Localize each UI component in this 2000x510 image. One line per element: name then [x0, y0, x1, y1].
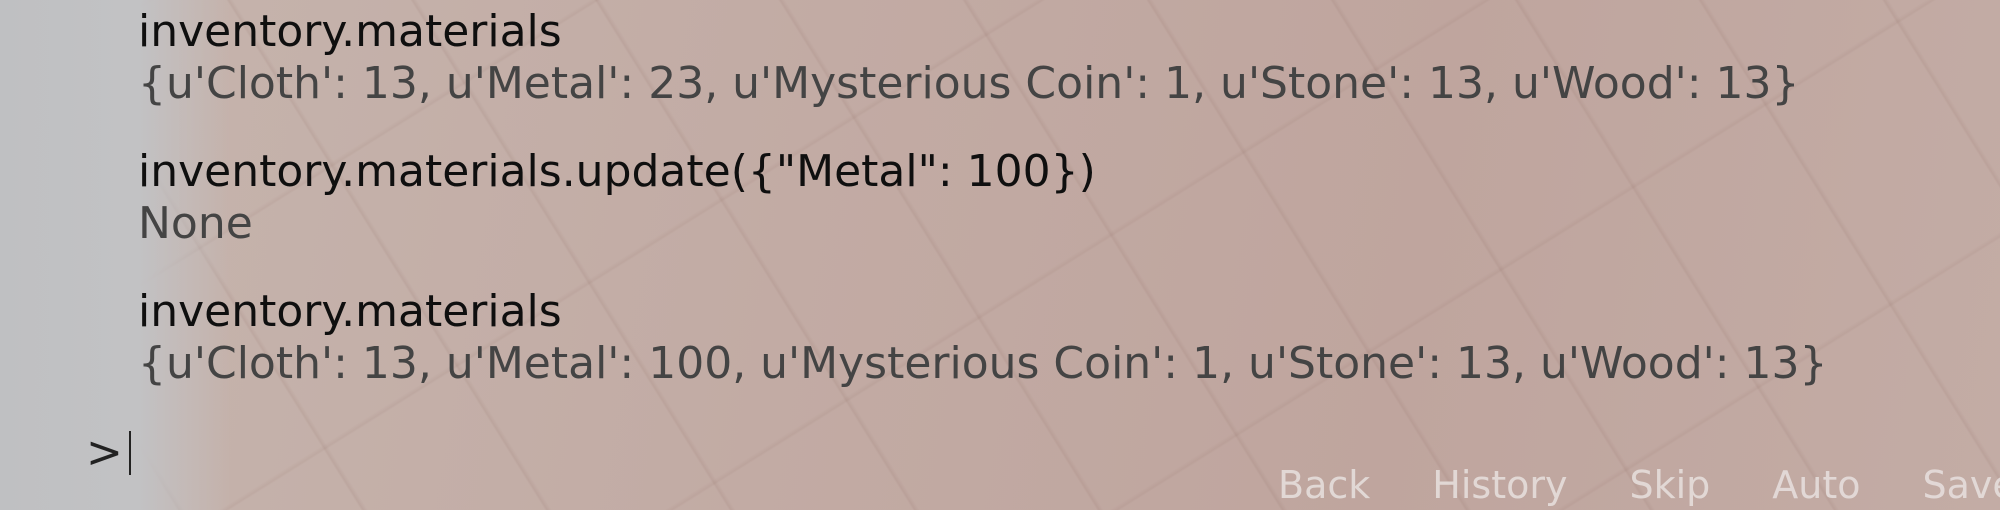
console-result: {u'Cloth': 13, u'Metal': 23, u'Mysteriou… [138, 58, 1800, 109]
console-entry: inventory.materials {u'Cloth': 13, u'Met… [138, 10, 1800, 106]
back-button[interactable]: Back [1278, 466, 1370, 504]
console-command: inventory.materials.update({"Metal": 100… [138, 146, 1096, 197]
prompt-symbol: > [86, 427, 123, 478]
history-button[interactable]: History [1432, 466, 1567, 504]
quick-menu: Back History Skip Auto Save [1278, 466, 2000, 504]
auto-button[interactable]: Auto [1772, 466, 1860, 504]
console-command: inventory.materials [138, 6, 562, 57]
console-entry: inventory.materials {u'Cloth': 13, u'Met… [138, 290, 1828, 386]
developer-console: inventory.materials {u'Cloth': 13, u'Met… [0, 0, 2000, 510]
console-result: {u'Cloth': 13, u'Metal': 100, u'Mysterio… [138, 338, 1828, 389]
save-button[interactable]: Save [1923, 466, 2000, 504]
console-result: None [138, 198, 253, 249]
skip-button[interactable]: Skip [1629, 466, 1710, 504]
console-input-row[interactable]: > [86, 428, 131, 478]
console-command: inventory.materials [138, 286, 562, 337]
text-caret [128, 431, 131, 475]
console-entry: inventory.materials.update({"Metal": 100… [138, 150, 1096, 246]
